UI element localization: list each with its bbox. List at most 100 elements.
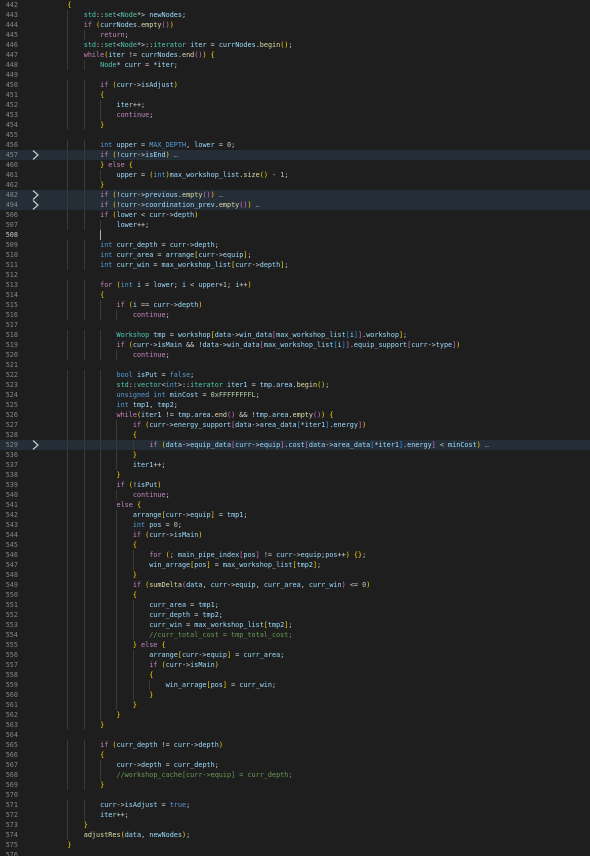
line-number: 528	[5, 431, 18, 439]
code-line[interactable]: 448 Node* curr = *iter;	[0, 60, 590, 70]
code-line[interactable]: 550 {	[0, 590, 590, 600]
code-line[interactable]: 457 if (!curr->isEnd) …	[0, 150, 590, 160]
code-text: int pos = 0;	[132, 521, 182, 529]
line-number: 519	[5, 341, 18, 349]
code-line[interactable]: 565 if (curr_depth != curr->depth)	[0, 740, 590, 750]
code-line[interactable]: 516 continue;	[0, 310, 590, 320]
code-line[interactable]: 528 {	[0, 430, 590, 440]
code-line[interactable]: 494 if (!curr->coordination_prev.empty()…	[0, 200, 590, 210]
code-line[interactable]: 515 if (i == curr->depth)	[0, 300, 590, 310]
code-line[interactable]: 559 win_arrage[pos] = curr_win;	[0, 680, 590, 690]
code-line[interactable]: 527 if (curr->energy_support[data->area_…	[0, 420, 590, 430]
code-line[interactable]: 529 if (data->equip_data[curr->equip].co…	[0, 440, 590, 450]
code-line[interactable]: 546 for (; main_pipe_index[pos] != curr-…	[0, 550, 590, 560]
code-line[interactable]: 453 continue;	[0, 110, 590, 120]
line-number: 450	[5, 81, 18, 89]
code-line[interactable]: 566 {	[0, 750, 590, 760]
code-line[interactable]: 451 {	[0, 90, 590, 100]
code-line[interactable]: 510 int curr_area = arrange[curr->equip]…	[0, 250, 590, 260]
code-line[interactable]: 518 Workshop tmp = workshop[data->win_da…	[0, 330, 590, 340]
code-line[interactable]: 570	[0, 790, 590, 800]
code-line[interactable]: 560 }	[0, 690, 590, 700]
code-editor[interactable]: 442 {443 std::set<Node*> newNodes; 444 if…	[0, 0, 590, 856]
code-line[interactable]: 517	[0, 320, 590, 330]
code-line[interactable]: 523 std::vector<int>::iterator iter1 = t…	[0, 380, 590, 390]
code-line[interactable]: 575 }	[0, 840, 590, 850]
code-line[interactable]: 508	[0, 230, 590, 240]
code-line[interactable]: 442 {	[0, 0, 590, 10]
fold-chevron-icon[interactable]	[30, 190, 44, 200]
code-line[interactable]: 541 else {	[0, 500, 590, 510]
code-line[interactable]: 446 std::set<Node*>::iterator iter = cur…	[0, 40, 590, 50]
code-line[interactable]: 513 for (int i = lower; i < upper+1; i++…	[0, 280, 590, 290]
code-line[interactable]: 519 if (curr->isMain && !data->win_data[…	[0, 340, 590, 350]
code-line[interactable]: 450 if (curr->isAdjust)	[0, 80, 590, 90]
code-line[interactable]: 544 if (curr->isMain)	[0, 530, 590, 540]
fold-chevron-icon[interactable]	[30, 200, 44, 210]
code-line[interactable]: 551 curr_area = tmp1;	[0, 600, 590, 610]
code-line[interactable]: 574 adjustRes(data, newNodes);	[0, 830, 590, 840]
fold-chevron-icon[interactable]	[30, 150, 44, 160]
code-line[interactable]: 454 }	[0, 120, 590, 130]
code-text: lower++;	[116, 221, 150, 229]
code-line[interactable]: 538 }	[0, 470, 590, 480]
code-line[interactable]: 506 if (lower < curr->depth)	[0, 210, 590, 220]
code-line[interactable]: 547 win_arrage[pos] = max_workshop_list[…	[0, 560, 590, 570]
code-text: Workshop tmp = workshop[data->win_data[m…	[116, 331, 408, 339]
code-line[interactable]: 552 curr_depth = tmp2;	[0, 610, 590, 620]
code-line[interactable]: 540 continue;	[0, 490, 590, 500]
code-line[interactable]: 520 continue;	[0, 350, 590, 360]
code-line[interactable]: 558 {	[0, 670, 590, 680]
code-line[interactable]: 521	[0, 360, 590, 370]
code-line[interactable]: 525 int tmp1, tmp2;	[0, 400, 590, 410]
code-line[interactable]: 462 }	[0, 180, 590, 190]
code-line[interactable]: 512	[0, 270, 590, 280]
code-line[interactable]: 549 if (sumDelta(data, curr->equip, curr…	[0, 580, 590, 590]
code-line[interactable]: 563 }	[0, 720, 590, 730]
code-line[interactable]: 562 }	[0, 710, 590, 720]
code-line[interactable]: 576	[0, 850, 590, 856]
code-line[interactable]: 557 if (curr->isMain)	[0, 660, 590, 670]
code-line[interactable]: 461 upper = (int)max_workshop_list.size(…	[0, 170, 590, 180]
code-line[interactable]: 542 arrange[curr->equip] = tmp1;	[0, 510, 590, 520]
code-line[interactable]: 449	[0, 70, 590, 80]
code-line[interactable]: 561 }	[0, 700, 590, 710]
fold-chevron-icon[interactable]	[30, 440, 44, 450]
line-number: 556	[5, 651, 18, 659]
code-line[interactable]: 537 iter1++;	[0, 460, 590, 470]
code-line[interactable]: 553 curr_win = max_workshop_list[tmp2];	[0, 620, 590, 630]
code-line[interactable]: 522 bool isPut = false;	[0, 370, 590, 380]
code-line[interactable]: 444 if (currNodes.empty())	[0, 20, 590, 30]
code-line[interactable]: 443 std::set<Node*> newNodes;	[0, 10, 590, 20]
code-line[interactable]: 568 //workshop_cache[curr->equip] = curr…	[0, 770, 590, 780]
line-number: 517	[5, 321, 18, 329]
code-line[interactable]: 460 } else {	[0, 160, 590, 170]
code-line[interactable]: 452 iter++;	[0, 100, 590, 110]
code-line[interactable]: 445 return;	[0, 30, 590, 40]
code-text: }	[100, 121, 105, 129]
code-line[interactable]: 482 if (!curr->previous.empty()) …	[0, 190, 590, 200]
code-line[interactable]: 447 while(iter != currNodes.end()) {	[0, 50, 590, 60]
code-line[interactable]: 514 {	[0, 290, 590, 300]
code-line[interactable]: 543 int pos = 0;	[0, 520, 590, 530]
code-line[interactable]: 548 }	[0, 570, 590, 580]
code-line[interactable]: 567 curr->depth = curr_depth;	[0, 760, 590, 770]
code-line[interactable]: 511 int curr_win = max_workshop_list[cur…	[0, 260, 590, 270]
code-line[interactable]: 545 {	[0, 540, 590, 550]
code-line[interactable]: 536 }	[0, 450, 590, 460]
code-line[interactable]: 555 } else {	[0, 640, 590, 650]
code-line[interactable]: 539 if (!isPut)	[0, 480, 590, 490]
code-line[interactable]: 571 curr->isAdjust = true;	[0, 800, 590, 810]
code-line[interactable]: 509 int curr_depth = curr->depth;	[0, 240, 590, 250]
code-line[interactable]: 524 unsigned int minCost = 0xFFFFFFFFL;	[0, 390, 590, 400]
code-line[interactable]: 569 }	[0, 780, 590, 790]
code-line[interactable]: 556 arrange[curr->equip] = curr_area;	[0, 650, 590, 660]
code-line[interactable]: 554 //curr_total_cost = tmp_total_cost;	[0, 630, 590, 640]
code-line[interactable]: 456 int upper = MAX_DEPTH, lower = 0;	[0, 140, 590, 150]
code-line[interactable]: 573 }	[0, 820, 590, 830]
code-line[interactable]: 572 iter++;	[0, 810, 590, 820]
code-line[interactable]: 507 lower++;	[0, 220, 590, 230]
code-line[interactable]: 526 while(iter1 != tmp.area.end() && !tm…	[0, 410, 590, 420]
code-line[interactable]: 455	[0, 130, 590, 140]
code-line[interactable]: 564	[0, 730, 590, 740]
